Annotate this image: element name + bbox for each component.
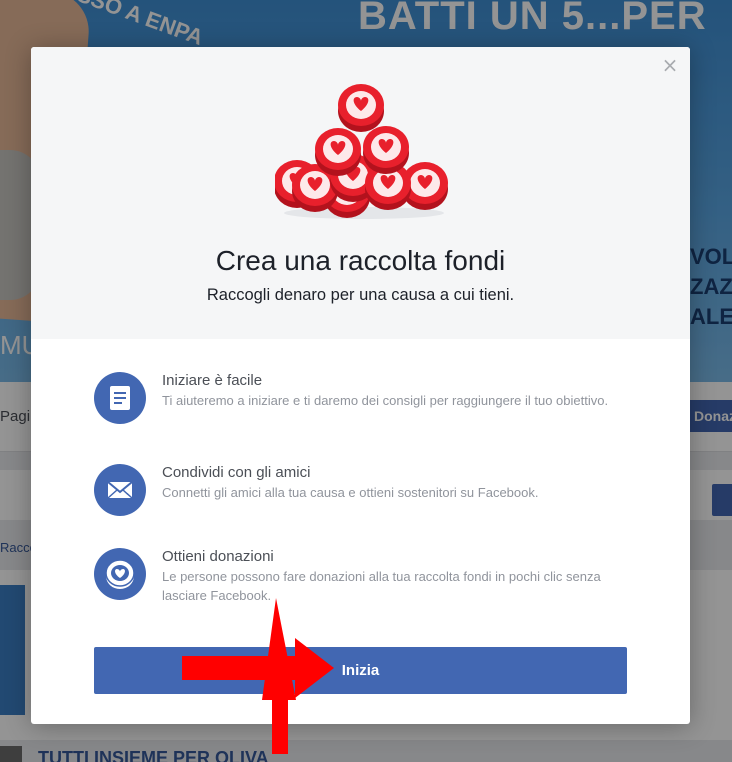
heart-coins-illustration: [275, 84, 448, 219]
feature-title: Iniziare è facile: [162, 372, 263, 389]
start-button[interactable]: Inizia: [94, 647, 627, 694]
feature-title: Condividi con gli amici: [162, 464, 311, 481]
coin-row2-b: [363, 126, 409, 174]
feature-description: Ti aiuteremo a iniziare e ti daremo dei …: [162, 393, 609, 408]
coin-top: [338, 84, 384, 132]
dialog-header: × Crea una raccolta fondi Raccogli denar…: [31, 47, 690, 339]
close-icon[interactable]: ×: [660, 55, 680, 75]
dialog-subtitle: Raccogli denaro per una causa a cui tien…: [206, 286, 515, 304]
dialog-title: Crea una raccolta fondi: [215, 245, 506, 276]
fundraiser-dialog: × Crea una raccolta fondi Raccogli denar…: [31, 47, 690, 724]
feature-title: Ottieni donazioni: [162, 548, 274, 565]
coin-row2-a: [315, 128, 361, 176]
envelope-icon: [94, 464, 146, 516]
document-icon: [94, 372, 146, 424]
feature-description: Connetti gli amici alla tua causa e otti…: [162, 485, 539, 500]
feature-description: Le persone possono fare donazioni alla t…: [162, 569, 601, 603]
heart-coin-icon: [94, 548, 146, 600]
